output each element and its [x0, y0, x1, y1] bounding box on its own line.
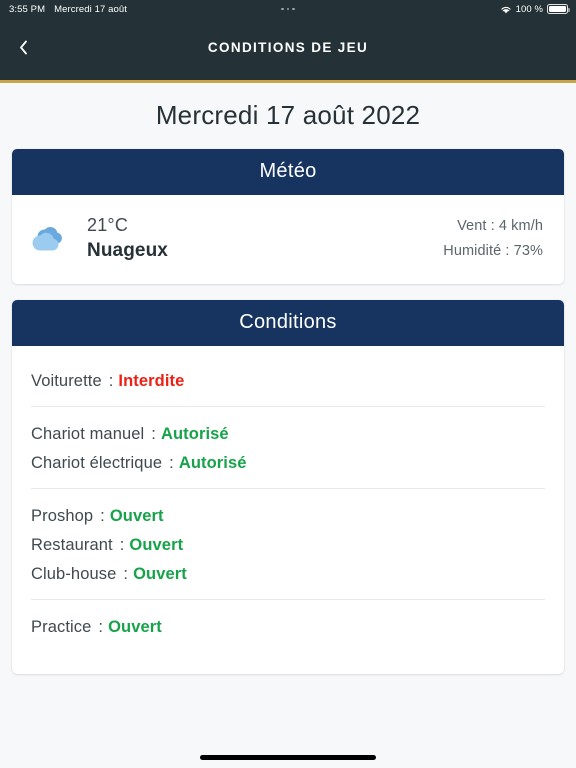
- conditions-card-title: Conditions: [12, 300, 564, 346]
- more-dots-icon: [281, 7, 295, 11]
- condition-status-value: Interdite: [118, 372, 185, 390]
- condition-status-value: Ouvert: [109, 507, 164, 525]
- condition-label: Chariot manuel: [31, 425, 145, 443]
- condition-label: Chariot électrique: [31, 454, 163, 472]
- weather-description: Nuageux: [87, 240, 168, 261]
- weather-card: Météo 21°C Nuageux Vent : 4 km/h Humidit…: [12, 149, 564, 284]
- weather-text-block: 21°C Nuageux: [87, 215, 168, 262]
- conditions-card: Conditions Voiturette: Interdite Chariot m…: [12, 300, 564, 674]
- condition-row: Voiturette: Interdite: [31, 367, 545, 396]
- weather-summary: 21°C Nuageux: [30, 215, 168, 262]
- condition-row: Practice: Ouvert: [31, 613, 545, 642]
- condition-separator: :: [169, 454, 174, 472]
- status-bar-right: 100 %: [500, 3, 570, 15]
- home-indicator[interactable]: [200, 755, 376, 760]
- wifi-icon: [500, 5, 512, 14]
- condition-row: Restaurant: Ouvert: [31, 531, 545, 560]
- condition-status-value: Ouvert: [133, 565, 187, 583]
- page-content: Mercredi 17 août 2022 Météo 21°C Nuageux: [0, 86, 576, 690]
- condition-row: Chariot manuel: Autorisé: [31, 420, 545, 449]
- condition-status-value: Ouvert: [108, 618, 162, 636]
- weather-wind: Vent : 4 km/h: [457, 218, 543, 234]
- weather-card-body: 21°C Nuageux Vent : 4 km/h Humidité : 73…: [12, 195, 564, 284]
- weather-temperature: 21°C: [87, 215, 129, 235]
- cloudy-icon: [30, 221, 72, 257]
- condition-label: Club-house: [31, 565, 117, 583]
- battery-icon: [547, 4, 570, 14]
- condition-label: Proshop: [31, 507, 94, 525]
- condition-separator: :: [100, 507, 105, 525]
- condition-status-value: Autorisé: [178, 454, 247, 472]
- status-bar: 3:55 PM Mercredi 17 août 100 %: [0, 0, 576, 18]
- conditions-list: Voiturette: Interdite Chariot manuel: Autor…: [12, 346, 564, 674]
- condition-separator: :: [123, 565, 129, 583]
- status-bar-date: Mercredi 17 août: [54, 3, 127, 15]
- condition-separator: :: [151, 425, 156, 443]
- condition-separator: :: [98, 618, 104, 636]
- status-bar-time: 3:55 PM: [9, 3, 46, 15]
- status-bar-left: 3:55 PM Mercredi 17 août: [0, 4, 127, 15]
- condition-status-value: Ouvert: [129, 536, 184, 554]
- app-root: 3:55 PM Mercredi 17 août 100 % CONDITION…: [0, 0, 576, 768]
- date-heading: Mercredi 17 août 2022: [155, 100, 421, 130]
- condition-row: Chariot électrique: Autorisé: [31, 449, 545, 478]
- condition-row: Proshop: Ouvert: [31, 502, 545, 531]
- battery-percent-label: 100 %: [515, 3, 543, 15]
- weather-humidity: Humidité : 73%: [443, 243, 543, 259]
- condition-label: Practice: [31, 618, 92, 636]
- condition-separator: :: [108, 372, 114, 390]
- page-title: CONDITIONS DE JEU: [207, 40, 369, 55]
- condition-status-value: Autorisé: [160, 425, 229, 443]
- condition-row: Club-house: Ouvert: [31, 560, 545, 589]
- condition-label: Restaurant: [31, 536, 113, 554]
- navigation-bar: CONDITIONS DE JEU: [0, 18, 576, 83]
- conditions-group: Chariot manuel: Autorisé Chariot électriqu…: [31, 406, 545, 488]
- conditions-group: Practice: Ouvert: [31, 599, 545, 652]
- conditions-group: Voiturette: Interdite: [31, 354, 545, 406]
- weather-card-title: Météo: [12, 149, 564, 195]
- weather-metrics: Vent : 4 km/h Humidité : 73%: [443, 218, 543, 259]
- conditions-group: Proshop: Ouvert Restaurant: Ouvert Club-hous…: [31, 488, 545, 599]
- condition-label: Voiturette: [31, 372, 102, 390]
- condition-separator: :: [119, 536, 125, 554]
